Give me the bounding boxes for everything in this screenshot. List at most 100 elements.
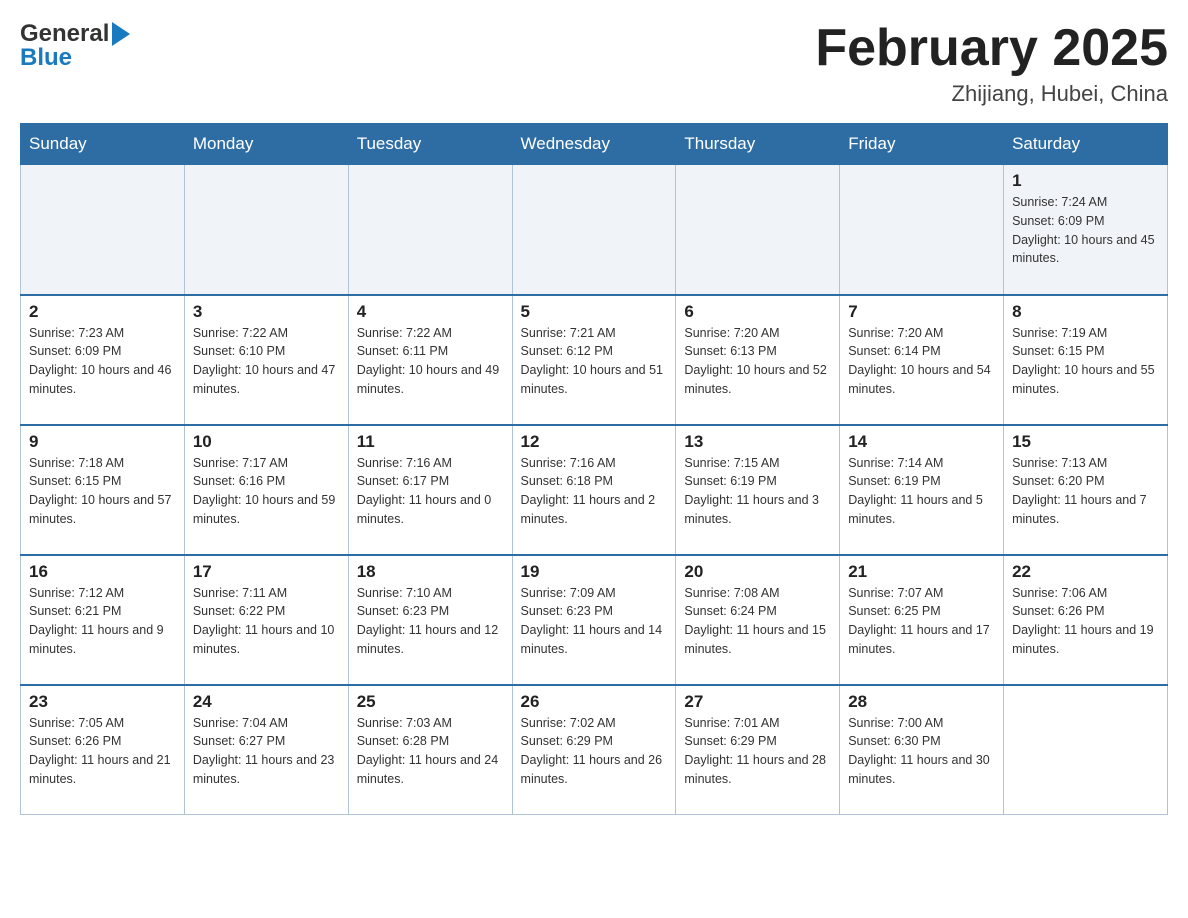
day-info: Sunrise: 7:16 AMSunset: 6:17 PMDaylight:… xyxy=(357,454,504,529)
day-number: 1 xyxy=(1012,171,1159,191)
day-number: 13 xyxy=(684,432,831,452)
day-number: 17 xyxy=(193,562,340,582)
weekday-header-monday: Monday xyxy=(184,124,348,165)
day-info: Sunrise: 7:07 AMSunset: 6:25 PMDaylight:… xyxy=(848,584,995,659)
calendar-cell: 24Sunrise: 7:04 AMSunset: 6:27 PMDayligh… xyxy=(184,685,348,815)
day-info: Sunrise: 7:01 AMSunset: 6:29 PMDaylight:… xyxy=(684,714,831,789)
day-info: Sunrise: 7:22 AMSunset: 6:11 PMDaylight:… xyxy=(357,324,504,399)
calendar-cell: 8Sunrise: 7:19 AMSunset: 6:15 PMDaylight… xyxy=(1004,295,1168,425)
day-info: Sunrise: 7:04 AMSunset: 6:27 PMDaylight:… xyxy=(193,714,340,789)
calendar-cell xyxy=(184,165,348,295)
calendar-subtitle: Zhijiang, Hubei, China xyxy=(815,81,1168,107)
calendar-cell: 28Sunrise: 7:00 AMSunset: 6:30 PMDayligh… xyxy=(840,685,1004,815)
calendar-cell: 15Sunrise: 7:13 AMSunset: 6:20 PMDayligh… xyxy=(1004,425,1168,555)
day-info: Sunrise: 7:09 AMSunset: 6:23 PMDaylight:… xyxy=(521,584,668,659)
day-info: Sunrise: 7:08 AMSunset: 6:24 PMDaylight:… xyxy=(684,584,831,659)
weekday-header-sunday: Sunday xyxy=(21,124,185,165)
day-number: 11 xyxy=(357,432,504,452)
week-row-1: 1Sunrise: 7:24 AMSunset: 6:09 PMDaylight… xyxy=(21,165,1168,295)
calendar-cell xyxy=(1004,685,1168,815)
week-row-4: 16Sunrise: 7:12 AMSunset: 6:21 PMDayligh… xyxy=(21,555,1168,685)
day-number: 8 xyxy=(1012,302,1159,322)
calendar-table: SundayMondayTuesdayWednesdayThursdayFrid… xyxy=(20,123,1168,815)
day-info: Sunrise: 7:20 AMSunset: 6:13 PMDaylight:… xyxy=(684,324,831,399)
calendar-cell: 9Sunrise: 7:18 AMSunset: 6:15 PMDaylight… xyxy=(21,425,185,555)
day-number: 5 xyxy=(521,302,668,322)
day-number: 12 xyxy=(521,432,668,452)
day-number: 22 xyxy=(1012,562,1159,582)
calendar-cell: 1Sunrise: 7:24 AMSunset: 6:09 PMDaylight… xyxy=(1004,165,1168,295)
calendar-cell xyxy=(840,165,1004,295)
day-number: 4 xyxy=(357,302,504,322)
calendar-cell: 25Sunrise: 7:03 AMSunset: 6:28 PMDayligh… xyxy=(348,685,512,815)
day-number: 27 xyxy=(684,692,831,712)
weekday-header-row: SundayMondayTuesdayWednesdayThursdayFrid… xyxy=(21,124,1168,165)
calendar-cell xyxy=(676,165,840,295)
calendar-cell: 14Sunrise: 7:14 AMSunset: 6:19 PMDayligh… xyxy=(840,425,1004,555)
calendar-cell: 19Sunrise: 7:09 AMSunset: 6:23 PMDayligh… xyxy=(512,555,676,685)
day-info: Sunrise: 7:00 AMSunset: 6:30 PMDaylight:… xyxy=(848,714,995,789)
day-info: Sunrise: 7:17 AMSunset: 6:16 PMDaylight:… xyxy=(193,454,340,529)
calendar-cell: 27Sunrise: 7:01 AMSunset: 6:29 PMDayligh… xyxy=(676,685,840,815)
day-number: 28 xyxy=(848,692,995,712)
day-number: 10 xyxy=(193,432,340,452)
calendar-cell: 10Sunrise: 7:17 AMSunset: 6:16 PMDayligh… xyxy=(184,425,348,555)
weekday-header-wednesday: Wednesday xyxy=(512,124,676,165)
day-info: Sunrise: 7:13 AMSunset: 6:20 PMDaylight:… xyxy=(1012,454,1159,529)
calendar-cell: 18Sunrise: 7:10 AMSunset: 6:23 PMDayligh… xyxy=(348,555,512,685)
calendar-title: February 2025 xyxy=(815,20,1168,77)
day-number: 19 xyxy=(521,562,668,582)
day-number: 7 xyxy=(848,302,995,322)
calendar-cell: 23Sunrise: 7:05 AMSunset: 6:26 PMDayligh… xyxy=(21,685,185,815)
weekday-header-tuesday: Tuesday xyxy=(348,124,512,165)
day-number: 20 xyxy=(684,562,831,582)
logo-blue-text: Blue xyxy=(20,44,72,72)
calendar-cell: 3Sunrise: 7:22 AMSunset: 6:10 PMDaylight… xyxy=(184,295,348,425)
calendar-cell: 16Sunrise: 7:12 AMSunset: 6:21 PMDayligh… xyxy=(21,555,185,685)
day-info: Sunrise: 7:14 AMSunset: 6:19 PMDaylight:… xyxy=(848,454,995,529)
day-info: Sunrise: 7:05 AMSunset: 6:26 PMDaylight:… xyxy=(29,714,176,789)
day-info: Sunrise: 7:24 AMSunset: 6:09 PMDaylight:… xyxy=(1012,193,1159,268)
day-number: 21 xyxy=(848,562,995,582)
calendar-cell: 13Sunrise: 7:15 AMSunset: 6:19 PMDayligh… xyxy=(676,425,840,555)
day-number: 9 xyxy=(29,432,176,452)
calendar-cell: 20Sunrise: 7:08 AMSunset: 6:24 PMDayligh… xyxy=(676,555,840,685)
day-info: Sunrise: 7:19 AMSunset: 6:15 PMDaylight:… xyxy=(1012,324,1159,399)
day-info: Sunrise: 7:16 AMSunset: 6:18 PMDaylight:… xyxy=(521,454,668,529)
logo-triangle-icon xyxy=(112,22,130,46)
day-number: 6 xyxy=(684,302,831,322)
calendar-cell: 6Sunrise: 7:20 AMSunset: 6:13 PMDaylight… xyxy=(676,295,840,425)
calendar-cell: 4Sunrise: 7:22 AMSunset: 6:11 PMDaylight… xyxy=(348,295,512,425)
week-row-5: 23Sunrise: 7:05 AMSunset: 6:26 PMDayligh… xyxy=(21,685,1168,815)
day-info: Sunrise: 7:18 AMSunset: 6:15 PMDaylight:… xyxy=(29,454,176,529)
calendar-cell: 26Sunrise: 7:02 AMSunset: 6:29 PMDayligh… xyxy=(512,685,676,815)
calendar-cell: 22Sunrise: 7:06 AMSunset: 6:26 PMDayligh… xyxy=(1004,555,1168,685)
day-info: Sunrise: 7:15 AMSunset: 6:19 PMDaylight:… xyxy=(684,454,831,529)
day-info: Sunrise: 7:23 AMSunset: 6:09 PMDaylight:… xyxy=(29,324,176,399)
day-info: Sunrise: 7:22 AMSunset: 6:10 PMDaylight:… xyxy=(193,324,340,399)
calendar-cell: 7Sunrise: 7:20 AMSunset: 6:14 PMDaylight… xyxy=(840,295,1004,425)
day-info: Sunrise: 7:21 AMSunset: 6:12 PMDaylight:… xyxy=(521,324,668,399)
day-number: 2 xyxy=(29,302,176,322)
day-number: 18 xyxy=(357,562,504,582)
title-block: February 2025 Zhijiang, Hubei, China xyxy=(815,20,1168,107)
week-row-3: 9Sunrise: 7:18 AMSunset: 6:15 PMDaylight… xyxy=(21,425,1168,555)
calendar-cell: 11Sunrise: 7:16 AMSunset: 6:17 PMDayligh… xyxy=(348,425,512,555)
calendar-cell: 5Sunrise: 7:21 AMSunset: 6:12 PMDaylight… xyxy=(512,295,676,425)
day-number: 25 xyxy=(357,692,504,712)
calendar-cell xyxy=(21,165,185,295)
day-number: 3 xyxy=(193,302,340,322)
weekday-header-thursday: Thursday xyxy=(676,124,840,165)
calendar-cell: 17Sunrise: 7:11 AMSunset: 6:22 PMDayligh… xyxy=(184,555,348,685)
day-number: 24 xyxy=(193,692,340,712)
day-info: Sunrise: 7:11 AMSunset: 6:22 PMDaylight:… xyxy=(193,584,340,659)
day-info: Sunrise: 7:10 AMSunset: 6:23 PMDaylight:… xyxy=(357,584,504,659)
day-number: 23 xyxy=(29,692,176,712)
day-info: Sunrise: 7:12 AMSunset: 6:21 PMDaylight:… xyxy=(29,584,176,659)
calendar-cell: 2Sunrise: 7:23 AMSunset: 6:09 PMDaylight… xyxy=(21,295,185,425)
calendar-cell: 21Sunrise: 7:07 AMSunset: 6:25 PMDayligh… xyxy=(840,555,1004,685)
calendar-cell xyxy=(512,165,676,295)
week-row-2: 2Sunrise: 7:23 AMSunset: 6:09 PMDaylight… xyxy=(21,295,1168,425)
day-number: 14 xyxy=(848,432,995,452)
weekday-header-friday: Friday xyxy=(840,124,1004,165)
